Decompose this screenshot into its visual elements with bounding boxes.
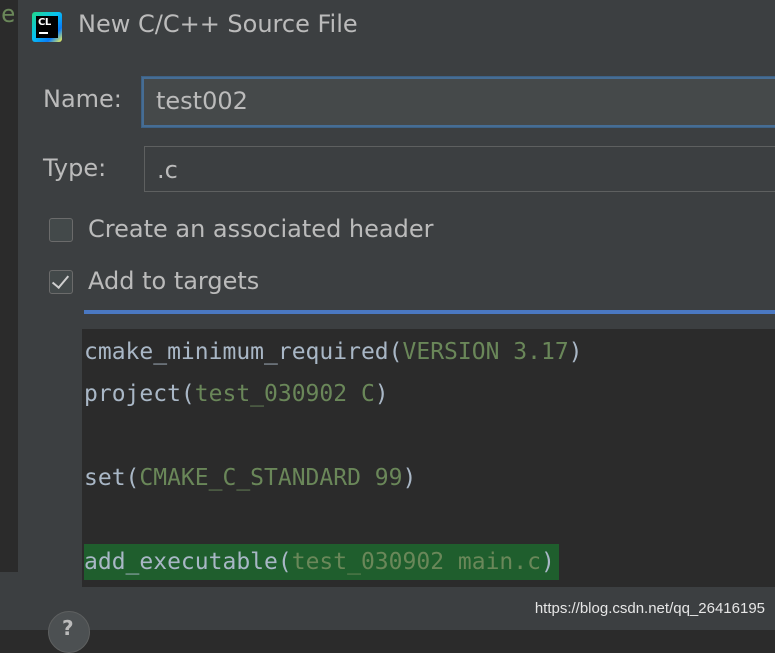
new-source-file-dialog: CL New C/C++ Source File Name: test002 T… [18,0,775,653]
code-close: ) [374,381,389,407]
background-editor-strip: e [0,0,18,630]
code-args: test_030902 C [194,381,375,407]
code-close: ) [540,549,555,575]
cmake-preview: cmake_minimum_required(VERSION 3.17) pro… [82,329,775,587]
background-editor-text: e [1,0,16,28]
question-icon: ? [62,616,74,640]
code-func: project( [84,381,195,407]
code-func: add_executable( [84,549,292,575]
code-func: set( [84,465,140,491]
name-label: Name: [43,85,122,113]
watermark-text: https://blog.csdn.net/qq_26416195 [534,600,765,617]
name-input[interactable]: test002 [142,77,775,127]
code-line: set(CMAKE_C_STANDARD 99) [84,460,416,496]
code-func: cmake_minimum_required( [84,339,403,365]
targets-list-header[interactable] [84,310,775,329]
create-header-checkbox[interactable] [49,218,73,242]
dialog-title: New C/C++ Source File [78,10,358,38]
clion-logo-icon: CL [32,12,62,42]
dialog-footer: ? https://blog.csdn.net/qq_26416195 [18,587,775,653]
create-header-label[interactable]: Create an associated header [88,215,433,243]
code-args: test_030902 main.c [291,549,541,575]
code-line: project(test_030902 C) [84,376,389,412]
clion-logo-text: CL [38,17,51,28]
code-args: VERSION 3.17 [402,339,569,365]
background-panel [0,572,18,630]
help-button[interactable]: ? [48,611,90,653]
checkmark-icon [51,270,70,290]
type-label: Type: [43,154,107,182]
add-to-targets-checkbox[interactable] [49,270,73,294]
code-line: cmake_minimum_required(VERSION 3.17) [84,334,583,370]
add-to-targets-label[interactable]: Add to targets [88,267,259,295]
type-select[interactable]: .c [144,146,775,192]
code-line-highlighted: add_executable(test_030902 main.c) [84,544,559,580]
code-close: ) [568,339,583,365]
code-args: CMAKE_C_STANDARD 99 [139,465,403,491]
code-close: ) [402,465,417,491]
dialog-titlebar[interactable]: CL New C/C++ Source File [18,0,775,56]
